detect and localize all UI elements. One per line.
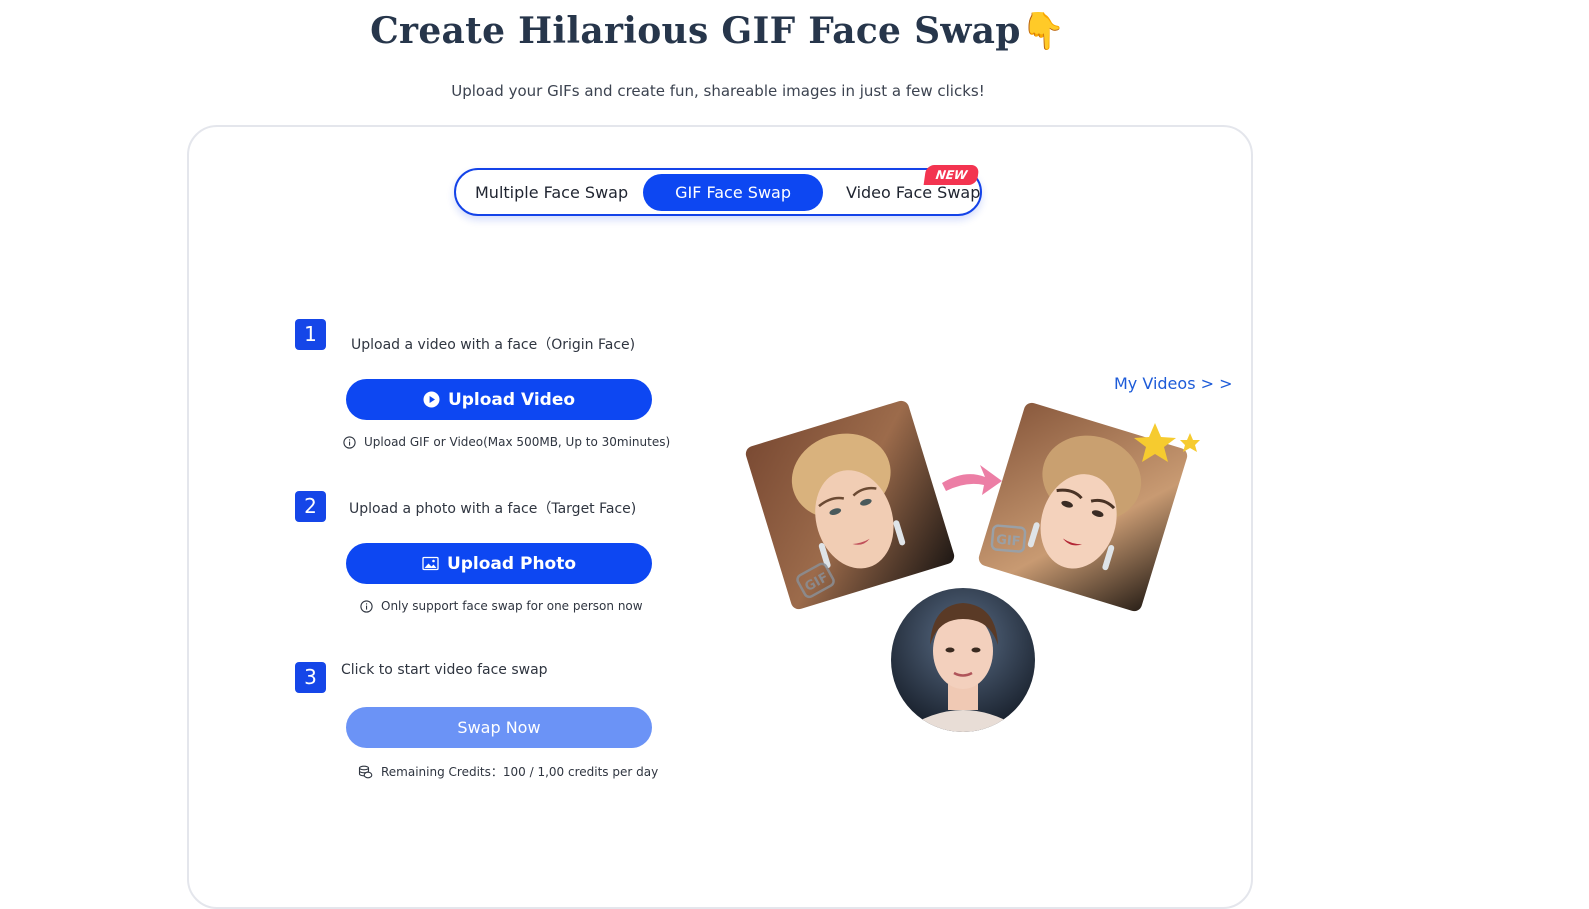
target-face-photo (891, 588, 1035, 732)
mode-tabs: Multiple Face Swap GIF Face Swap Video F… (454, 168, 982, 216)
upload-video-note: Upload GIF or Video(Max 500MB, Up to 30m… (343, 435, 670, 449)
arrow-right-icon (942, 465, 1002, 495)
page-title: Create Hilarious GIF Face Swap👇 (370, 10, 1066, 52)
upload-video-label: Upload Video (447, 389, 576, 410)
tab-gif-face-swap[interactable]: GIF Face Swap (643, 173, 823, 211)
step-3-label: Click to start video face swap (341, 662, 548, 678)
my-videos-link[interactable]: My Videos > > (1114, 374, 1233, 393)
step-2-number: 2 (295, 491, 326, 522)
info-icon (360, 599, 373, 613)
step-1-label: Upload a video with a face（Origin Face) (351, 337, 636, 353)
page-subtitle: Upload your GIFs and create fun, shareab… (451, 82, 985, 100)
new-badge: NEW (923, 165, 980, 185)
face-swap-illustration: GIF GIF (745, 400, 1200, 732)
step-1-number: 1 (295, 319, 326, 350)
upload-photo-note: Only support face swap for one person no… (360, 599, 643, 613)
tab-multiple-face-swap[interactable]: Multiple Face Swap (460, 174, 643, 211)
upload-video-button[interactable]: Upload Video (346, 379, 652, 420)
original-face-card: GIF (745, 400, 955, 610)
step-3-number: 3 (295, 662, 326, 693)
image-icon (422, 556, 439, 571)
play-circle-icon (423, 391, 440, 408)
coins-icon (358, 765, 373, 778)
svg-text:GIF: GIF (995, 533, 1021, 550)
step-2-label: Upload a photo with a face（Target Face) (349, 501, 637, 517)
upload-photo-button[interactable]: Upload Photo (346, 543, 652, 584)
upload-photo-label: Upload Photo (446, 553, 577, 574)
swap-now-button[interactable]: Swap Now (346, 707, 652, 748)
pointing-down-icon: 👇 (1020, 11, 1066, 52)
credits-note: Remaining Credits：100 / 1,00 credits per… (358, 763, 658, 780)
info-icon (343, 435, 356, 449)
